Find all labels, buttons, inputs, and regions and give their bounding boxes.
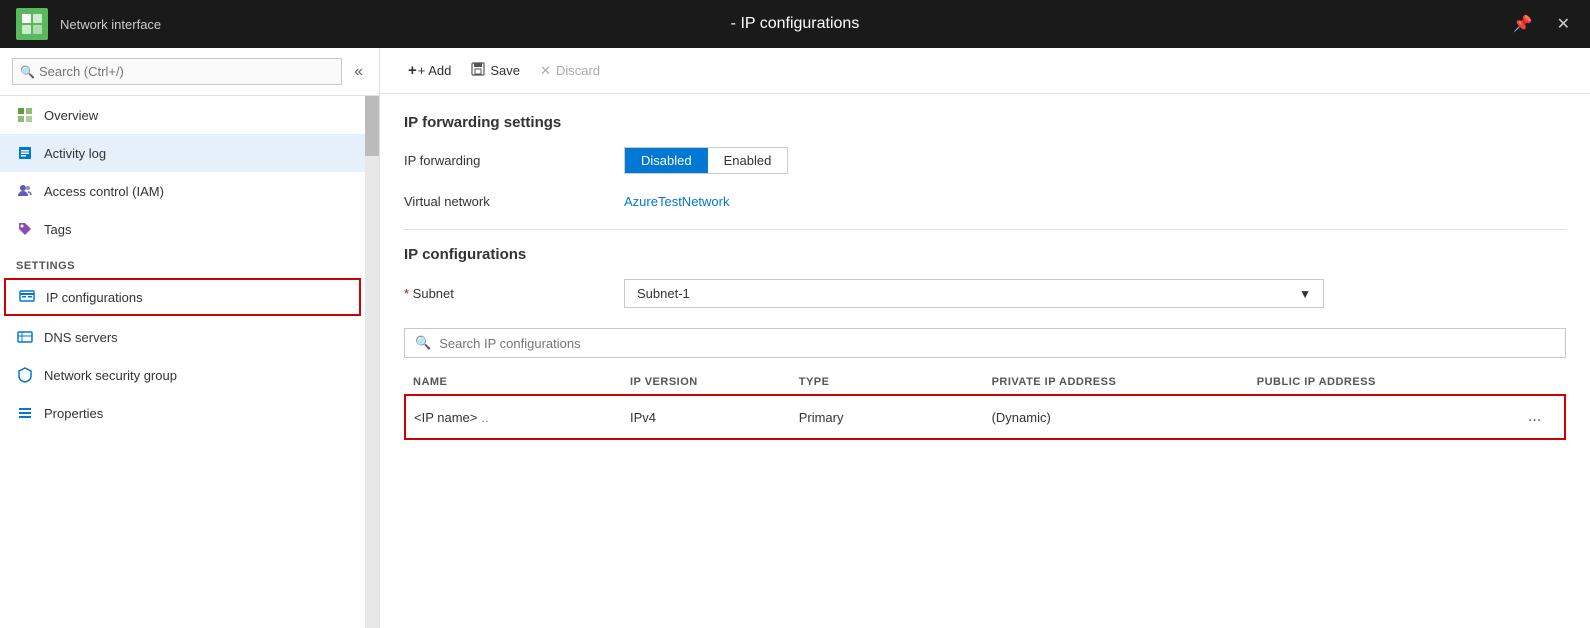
section-divider [404,229,1566,230]
sidebar-search-bar: 🔍 « [0,48,379,96]
sidebar-scrollbar-thumb[interactable] [365,96,379,156]
disabled-toggle[interactable]: Disabled [625,148,708,173]
save-icon [471,62,485,79]
sidebar-item-overview[interactable]: Overview [0,96,365,134]
dns-icon [16,328,34,346]
col-header-public: PUBLIC IP ADDRESS [1249,370,1514,395]
add-button[interactable]: + + Add [400,58,459,83]
row-name-cell: <IP name> .. [405,395,622,439]
search-icon: 🔍 [20,65,35,79]
ip-config-section-title: IP configurations [404,246,1566,263]
window-title: - IP configurations [731,15,860,33]
sidebar-scrollbar[interactable] [365,96,379,628]
save-label: Save [490,63,520,78]
ip-name-text: <IP name> [414,410,477,425]
props-icon [16,404,34,422]
sidebar-item-dns-label: DNS servers [44,330,118,345]
discard-icon: ✕ [540,63,551,79]
row-public-cell [1249,395,1514,439]
nsg-icon [16,366,34,384]
row-private-cell: (Dynamic) [984,395,1249,439]
table-row[interactable]: <IP name> .. IPv4 Primary (Dynamic) ... [405,395,1565,439]
subnet-value: Subnet-1 [637,286,690,301]
ip-forwarding-title: IP forwarding settings [404,114,1566,131]
virtual-network-link[interactable]: AzureTestNetwork [624,194,729,209]
virtual-network-label: Virtual network [404,194,624,209]
ip-forwarding-label: IP forwarding [404,153,624,168]
title-bar-left: Network interface [16,8,161,40]
sidebar-item-ip-configurations[interactable]: IP configurations [4,278,361,316]
main-container: 🔍 « Overview Activity l [0,48,1590,628]
nav-list: Overview Activity log Access control (IA… [0,96,365,628]
sidebar-item-properties-label: Properties [44,406,103,421]
sidebar: 🔍 « Overview Activity l [0,48,380,628]
close-button[interactable]: ✕ [1553,10,1574,38]
title-bar: Network interface - IP configurations 📌 … [0,0,1590,48]
add-icon: + [408,62,417,79]
search-wrap: 🔍 [12,58,342,85]
col-header-name: NAME [405,370,622,395]
subnet-label: Subnet [404,286,624,301]
sidebar-item-tags[interactable]: Tags [0,210,365,248]
overview-icon [16,106,34,124]
col-header-version: IP VERSION [622,370,791,395]
tags-icon [16,220,34,238]
ip-config-icon [18,288,36,306]
sidebar-item-access-label: Access control (IAM) [44,184,164,199]
enabled-toggle[interactable]: Enabled [708,148,788,173]
content-panel: + + Add Save ✕ Discard IP forwarding set… [380,48,1590,628]
title-bar-actions: 📌 ✕ [1509,10,1574,38]
search-icon: 🔍 [415,335,431,351]
table-body: <IP name> .. IPv4 Primary (Dynamic) ... [405,395,1565,439]
access-icon [16,182,34,200]
row-type-cell: Primary [791,395,984,439]
discard-label: Discard [556,63,600,78]
sidebar-item-dns-servers[interactable]: DNS servers [0,318,365,356]
toolbar: + + Add Save ✕ Discard [380,48,1590,94]
ip-dots: .. [481,410,488,425]
col-header-type: TYPE [791,370,984,395]
row-ellipsis-button[interactable]: ... [1522,406,1547,428]
sidebar-item-properties[interactable]: Properties [0,394,365,432]
sidebar-item-ip-label: IP configurations [46,290,143,305]
content-body: IP forwarding settings IP forwarding Dis… [380,94,1590,628]
col-header-private: PRIVATE IP ADDRESS [984,370,1249,395]
row-actions-cell: ... [1514,395,1565,439]
sidebar-collapse-button[interactable]: « [350,59,367,85]
ip-config-search-bar: 🔍 [404,328,1566,358]
subnet-row: Subnet Subnet-1 ▼ [404,279,1566,308]
sidebar-item-tags-label: Tags [44,222,71,237]
table-header: NAME IP VERSION TYPE PRIVATE IP ADDRESS … [405,370,1565,395]
discard-button[interactable]: ✕ Discard [532,59,608,83]
activity-icon [16,144,34,162]
sidebar-item-activity-log[interactable]: Activity log [0,134,365,172]
sidebar-search-input[interactable] [12,58,342,85]
ip-config-table: NAME IP VERSION TYPE PRIVATE IP ADDRESS … [404,370,1566,440]
save-button[interactable]: Save [463,58,528,83]
ip-row-name: <IP name> .. [414,410,614,425]
ip-config-search-input[interactable] [439,336,1555,351]
app-name: Network interface [60,17,161,32]
sidebar-item-activity-label: Activity log [44,146,106,161]
sidebar-item-access-control[interactable]: Access control (IAM) [0,172,365,210]
sidebar-item-nsg-label: Network security group [44,368,177,383]
ip-forwarding-row: IP forwarding Disabled Enabled [404,147,1566,174]
ip-forwarding-toggle: Disabled Enabled [624,147,788,174]
sidebar-item-overview-label: Overview [44,108,98,123]
chevron-down-icon: ▼ [1299,287,1311,301]
pin-button[interactable]: 📌 [1509,10,1537,38]
row-version-cell: IPv4 [622,395,791,439]
settings-section-header: SETTINGS [0,248,365,276]
sidebar-content: Overview Activity log Access control (IA… [0,96,379,628]
virtual-network-row: Virtual network AzureTestNetwork [404,194,1566,209]
app-logo [16,8,48,40]
subnet-dropdown[interactable]: Subnet-1 ▼ [624,279,1324,308]
sidebar-item-nsg[interactable]: Network security group [0,356,365,394]
